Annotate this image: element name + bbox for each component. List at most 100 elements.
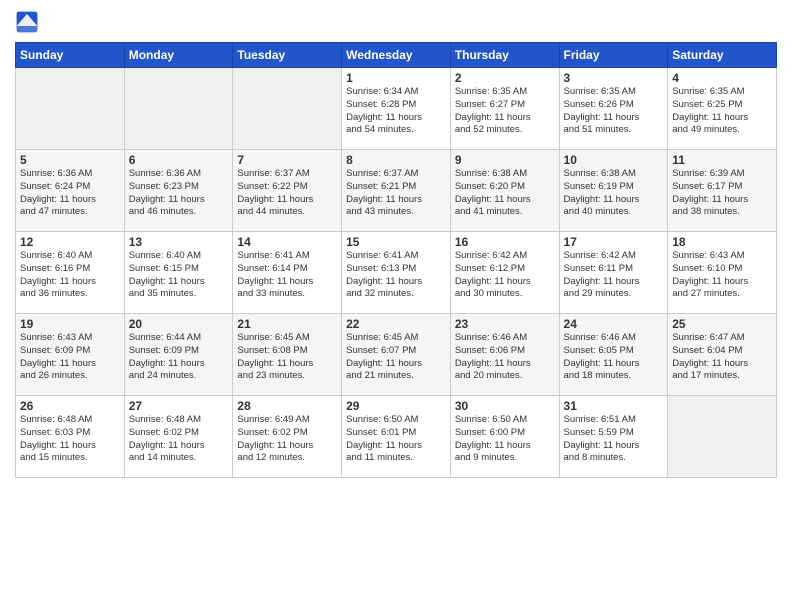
calendar-cell: [124, 68, 233, 150]
logo: [15, 10, 43, 34]
calendar-cell: 25Sunrise: 6:47 AM Sunset: 6:04 PM Dayli…: [668, 314, 777, 396]
day-info: Sunrise: 6:34 AM Sunset: 6:28 PM Dayligh…: [346, 86, 446, 137]
day-info: Sunrise: 6:43 AM Sunset: 6:10 PM Dayligh…: [672, 250, 772, 301]
day-number: 24: [564, 317, 664, 331]
page-container: SundayMondayTuesdayWednesdayThursdayFrid…: [0, 0, 792, 488]
day-number: 25: [672, 317, 772, 331]
calendar-cell: 26Sunrise: 6:48 AM Sunset: 6:03 PM Dayli…: [16, 396, 125, 478]
day-info: Sunrise: 6:36 AM Sunset: 6:24 PM Dayligh…: [20, 168, 120, 219]
header: [15, 10, 777, 34]
calendar-cell: 2Sunrise: 6:35 AM Sunset: 6:27 PM Daylig…: [450, 68, 559, 150]
day-number: 15: [346, 235, 446, 249]
day-number: 23: [455, 317, 555, 331]
calendar-header-saturday: Saturday: [668, 43, 777, 68]
calendar-cell: [668, 396, 777, 478]
calendar-cell: 14Sunrise: 6:41 AM Sunset: 6:14 PM Dayli…: [233, 232, 342, 314]
calendar-cell: [233, 68, 342, 150]
day-number: 29: [346, 399, 446, 413]
calendar-cell: 24Sunrise: 6:46 AM Sunset: 6:05 PM Dayli…: [559, 314, 668, 396]
day-number: 20: [129, 317, 229, 331]
calendar-cell: 31Sunrise: 6:51 AM Sunset: 5:59 PM Dayli…: [559, 396, 668, 478]
day-number: 21: [237, 317, 337, 331]
day-number: 19: [20, 317, 120, 331]
day-number: 11: [672, 153, 772, 167]
day-number: 4: [672, 71, 772, 85]
calendar-cell: 16Sunrise: 6:42 AM Sunset: 6:12 PM Dayli…: [450, 232, 559, 314]
calendar-week-5: 26Sunrise: 6:48 AM Sunset: 6:03 PM Dayli…: [16, 396, 777, 478]
calendar-cell: 21Sunrise: 6:45 AM Sunset: 6:08 PM Dayli…: [233, 314, 342, 396]
day-info: Sunrise: 6:41 AM Sunset: 6:13 PM Dayligh…: [346, 250, 446, 301]
calendar-cell: 4Sunrise: 6:35 AM Sunset: 6:25 PM Daylig…: [668, 68, 777, 150]
day-info: Sunrise: 6:46 AM Sunset: 6:06 PM Dayligh…: [455, 332, 555, 383]
calendar-cell: 3Sunrise: 6:35 AM Sunset: 6:26 PM Daylig…: [559, 68, 668, 150]
day-number: 10: [564, 153, 664, 167]
day-info: Sunrise: 6:45 AM Sunset: 6:08 PM Dayligh…: [237, 332, 337, 383]
day-info: Sunrise: 6:37 AM Sunset: 6:21 PM Dayligh…: [346, 168, 446, 219]
day-number: 12: [20, 235, 120, 249]
calendar-header-row: SundayMondayTuesdayWednesdayThursdayFrid…: [16, 43, 777, 68]
calendar-header-thursday: Thursday: [450, 43, 559, 68]
day-number: 14: [237, 235, 337, 249]
calendar-cell: 15Sunrise: 6:41 AM Sunset: 6:13 PM Dayli…: [342, 232, 451, 314]
calendar-cell: 12Sunrise: 6:40 AM Sunset: 6:16 PM Dayli…: [16, 232, 125, 314]
calendar-week-1: 1Sunrise: 6:34 AM Sunset: 6:28 PM Daylig…: [16, 68, 777, 150]
day-number: 6: [129, 153, 229, 167]
calendar-cell: 22Sunrise: 6:45 AM Sunset: 6:07 PM Dayli…: [342, 314, 451, 396]
day-info: Sunrise: 6:39 AM Sunset: 6:17 PM Dayligh…: [672, 168, 772, 219]
day-info: Sunrise: 6:40 AM Sunset: 6:16 PM Dayligh…: [20, 250, 120, 301]
day-info: Sunrise: 6:44 AM Sunset: 6:09 PM Dayligh…: [129, 332, 229, 383]
calendar-week-3: 12Sunrise: 6:40 AM Sunset: 6:16 PM Dayli…: [16, 232, 777, 314]
day-number: 16: [455, 235, 555, 249]
calendar-cell: 8Sunrise: 6:37 AM Sunset: 6:21 PM Daylig…: [342, 150, 451, 232]
day-info: Sunrise: 6:43 AM Sunset: 6:09 PM Dayligh…: [20, 332, 120, 383]
calendar-cell: 19Sunrise: 6:43 AM Sunset: 6:09 PM Dayli…: [16, 314, 125, 396]
calendar-cell: 13Sunrise: 6:40 AM Sunset: 6:15 PM Dayli…: [124, 232, 233, 314]
day-info: Sunrise: 6:42 AM Sunset: 6:12 PM Dayligh…: [455, 250, 555, 301]
calendar-cell: 17Sunrise: 6:42 AM Sunset: 6:11 PM Dayli…: [559, 232, 668, 314]
day-number: 18: [672, 235, 772, 249]
calendar-cell: 18Sunrise: 6:43 AM Sunset: 6:10 PM Dayli…: [668, 232, 777, 314]
day-info: Sunrise: 6:40 AM Sunset: 6:15 PM Dayligh…: [129, 250, 229, 301]
calendar-cell: 1Sunrise: 6:34 AM Sunset: 6:28 PM Daylig…: [342, 68, 451, 150]
day-info: Sunrise: 6:48 AM Sunset: 6:03 PM Dayligh…: [20, 414, 120, 465]
day-number: 17: [564, 235, 664, 249]
day-number: 8: [346, 153, 446, 167]
day-number: 2: [455, 71, 555, 85]
day-info: Sunrise: 6:36 AM Sunset: 6:23 PM Dayligh…: [129, 168, 229, 219]
day-info: Sunrise: 6:48 AM Sunset: 6:02 PM Dayligh…: [129, 414, 229, 465]
day-number: 7: [237, 153, 337, 167]
calendar-cell: 11Sunrise: 6:39 AM Sunset: 6:17 PM Dayli…: [668, 150, 777, 232]
day-info: Sunrise: 6:50 AM Sunset: 6:01 PM Dayligh…: [346, 414, 446, 465]
day-info: Sunrise: 6:38 AM Sunset: 6:19 PM Dayligh…: [564, 168, 664, 219]
day-info: Sunrise: 6:47 AM Sunset: 6:04 PM Dayligh…: [672, 332, 772, 383]
day-number: 28: [237, 399, 337, 413]
day-info: Sunrise: 6:45 AM Sunset: 6:07 PM Dayligh…: [346, 332, 446, 383]
calendar-cell: 20Sunrise: 6:44 AM Sunset: 6:09 PM Dayli…: [124, 314, 233, 396]
calendar-cell: 29Sunrise: 6:50 AM Sunset: 6:01 PM Dayli…: [342, 396, 451, 478]
calendar-header-tuesday: Tuesday: [233, 43, 342, 68]
day-info: Sunrise: 6:37 AM Sunset: 6:22 PM Dayligh…: [237, 168, 337, 219]
day-number: 30: [455, 399, 555, 413]
calendar-cell: 23Sunrise: 6:46 AM Sunset: 6:06 PM Dayli…: [450, 314, 559, 396]
day-number: 22: [346, 317, 446, 331]
day-info: Sunrise: 6:46 AM Sunset: 6:05 PM Dayligh…: [564, 332, 664, 383]
calendar-header-monday: Monday: [124, 43, 233, 68]
day-info: Sunrise: 6:50 AM Sunset: 6:00 PM Dayligh…: [455, 414, 555, 465]
logo-icon: [15, 10, 39, 34]
day-info: Sunrise: 6:35 AM Sunset: 6:25 PM Dayligh…: [672, 86, 772, 137]
calendar-cell: 27Sunrise: 6:48 AM Sunset: 6:02 PM Dayli…: [124, 396, 233, 478]
calendar-week-2: 5Sunrise: 6:36 AM Sunset: 6:24 PM Daylig…: [16, 150, 777, 232]
day-info: Sunrise: 6:41 AM Sunset: 6:14 PM Dayligh…: [237, 250, 337, 301]
calendar-cell: 6Sunrise: 6:36 AM Sunset: 6:23 PM Daylig…: [124, 150, 233, 232]
day-number: 3: [564, 71, 664, 85]
calendar-cell: 5Sunrise: 6:36 AM Sunset: 6:24 PM Daylig…: [16, 150, 125, 232]
day-info: Sunrise: 6:42 AM Sunset: 6:11 PM Dayligh…: [564, 250, 664, 301]
calendar-cell: 28Sunrise: 6:49 AM Sunset: 6:02 PM Dayli…: [233, 396, 342, 478]
calendar-cell: 30Sunrise: 6:50 AM Sunset: 6:00 PM Dayli…: [450, 396, 559, 478]
day-number: 26: [20, 399, 120, 413]
day-number: 1: [346, 71, 446, 85]
calendar: SundayMondayTuesdayWednesdayThursdayFrid…: [15, 42, 777, 478]
day-number: 9: [455, 153, 555, 167]
day-info: Sunrise: 6:35 AM Sunset: 6:27 PM Dayligh…: [455, 86, 555, 137]
day-number: 31: [564, 399, 664, 413]
